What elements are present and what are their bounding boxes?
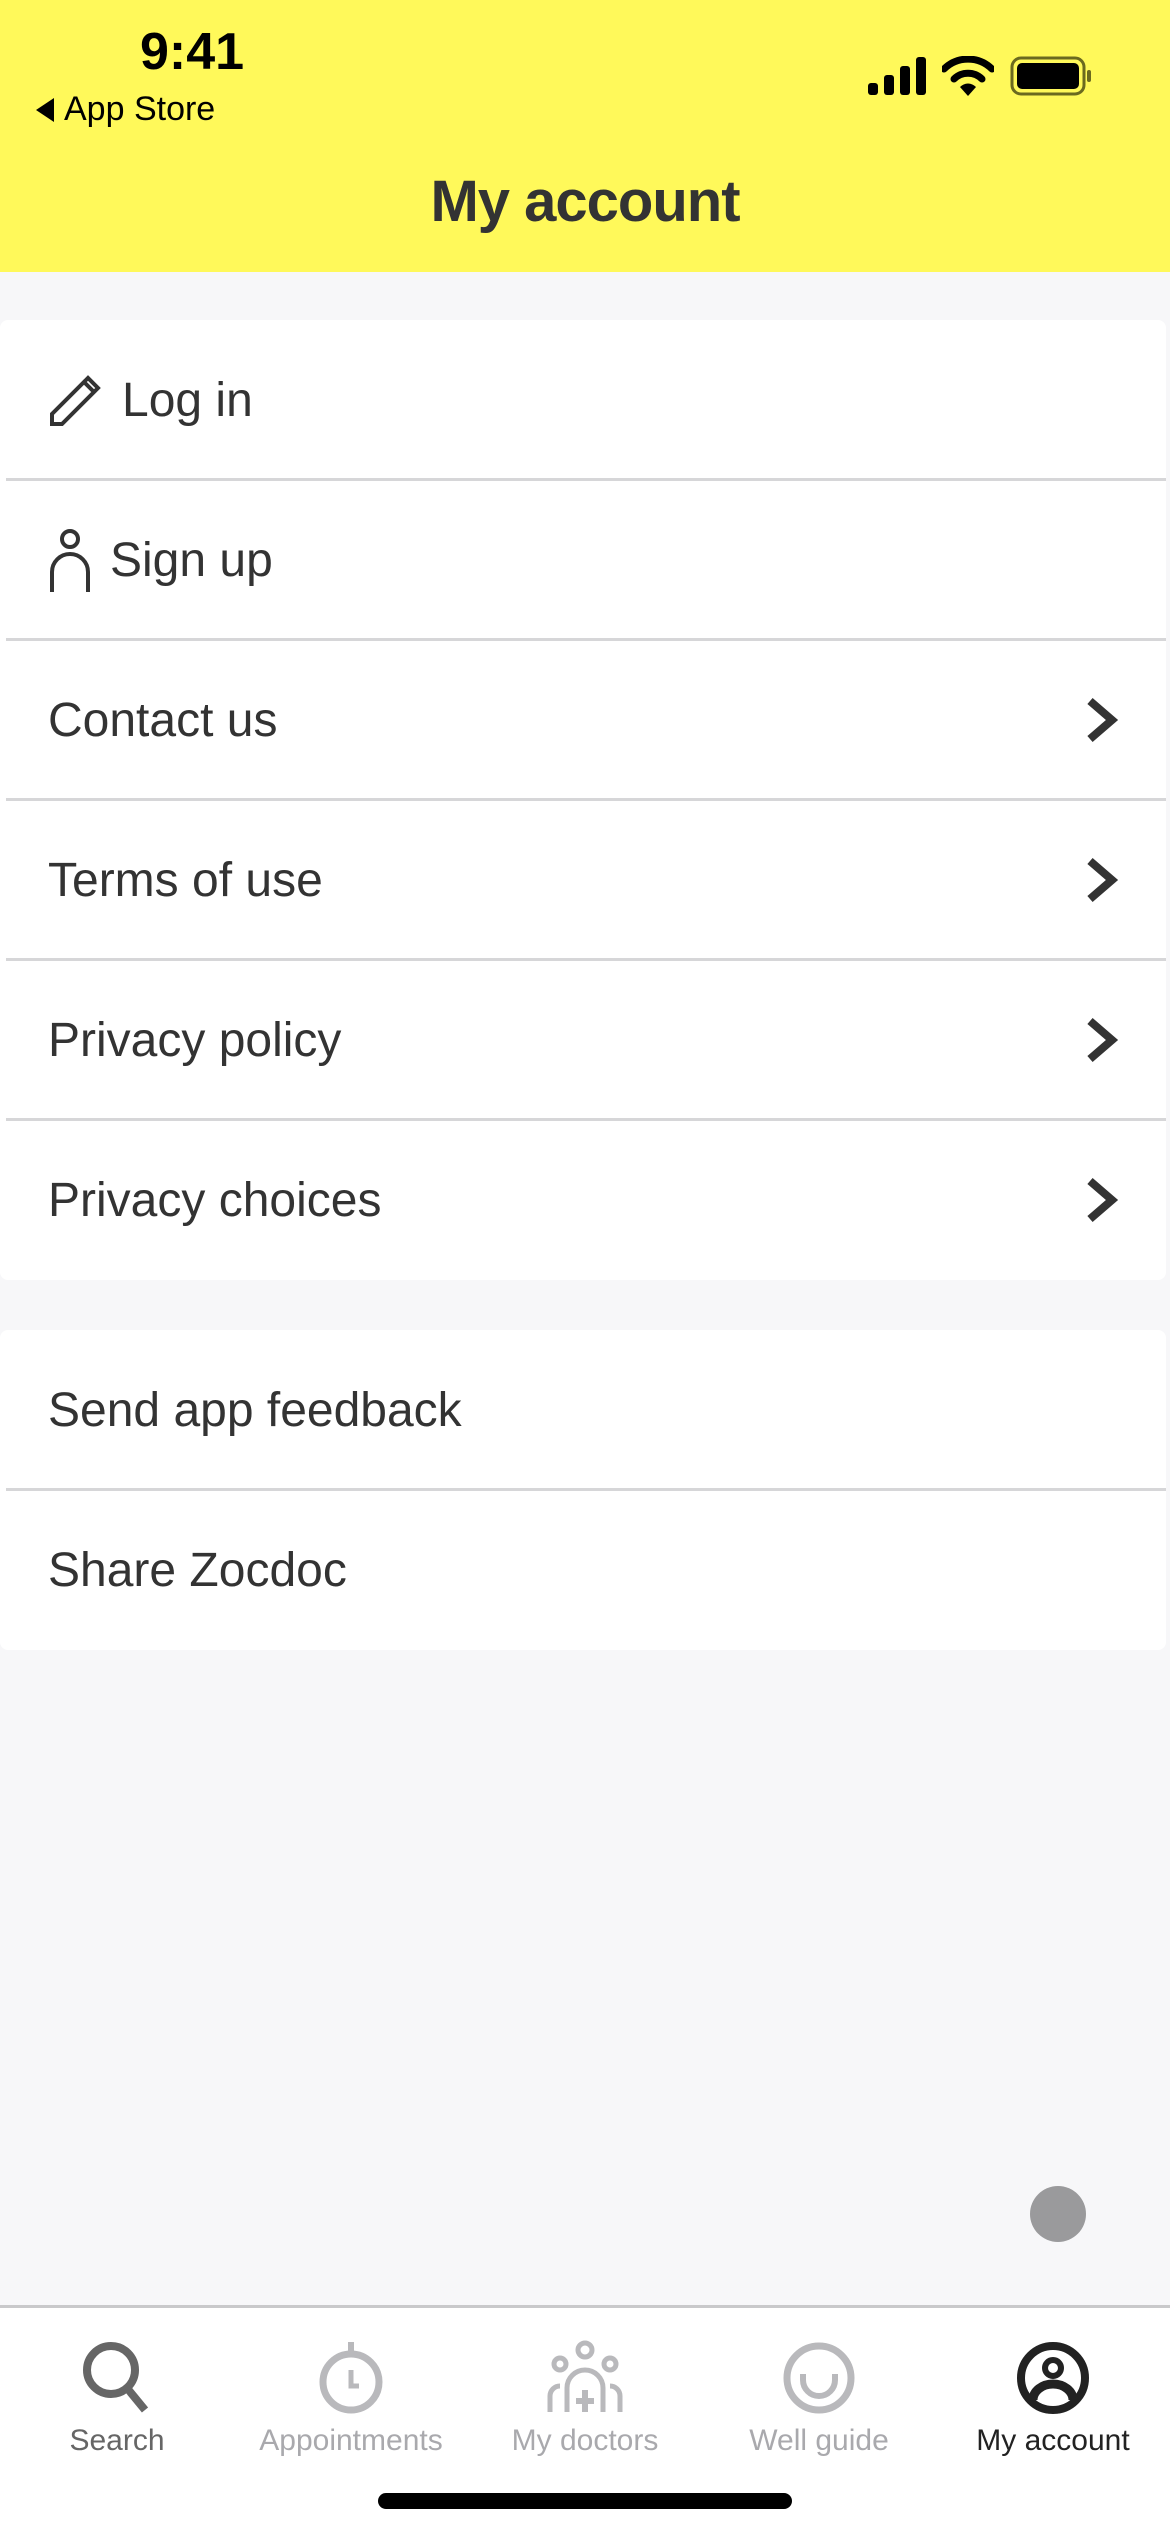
tab-label: My account: [976, 2424, 1130, 2457]
back-label: App Store: [64, 90, 216, 128]
cellular-signal-icon: [868, 57, 926, 95]
app-menu-group: Send app feedback Share Zocdoc: [0, 1330, 1166, 1650]
status-time: 9:41: [140, 23, 245, 81]
menu-item-label: Contact us: [48, 693, 278, 747]
menu-item-sign-up[interactable]: Sign up: [0, 478, 1166, 640]
tab-appointments[interactable]: Appointments: [234, 2338, 468, 2458]
back-to-app-store-link[interactable]: App Store: [36, 90, 215, 129]
wifi-icon: [942, 56, 994, 96]
menu-item-label: Privacy choices: [48, 1173, 382, 1227]
menu-item-label: Share Zocdoc: [48, 1543, 347, 1597]
battery-icon: [1010, 56, 1091, 96]
chevron-right-icon: [1087, 1177, 1119, 1223]
menu-item-label: Send app feedback: [48, 1383, 462, 1437]
menu-item-label: Log in: [122, 373, 253, 427]
stopwatch-icon: [319, 2342, 383, 2414]
doctors-group-icon: [547, 2340, 623, 2412]
tab-label: Well guide: [749, 2424, 889, 2457]
smile-icon: [783, 2342, 855, 2414]
menu-item-contact-us[interactable]: Contact us: [0, 638, 1166, 800]
tab-my-doctors[interactable]: My doctors: [468, 2338, 702, 2458]
menu-item-label: Terms of use: [48, 853, 323, 907]
tab-well-guide[interactable]: Well guide: [702, 2338, 936, 2458]
header-bar: 9:41 App Store My account: [0, 0, 1170, 272]
status-icons: [868, 56, 1092, 96]
tab-search[interactable]: Search: [0, 2338, 234, 2458]
tab-label: Appointments: [259, 2424, 443, 2457]
menu-item-send-app-feedback[interactable]: Send app feedback: [0, 1330, 1166, 1490]
person-icon: [48, 528, 92, 592]
menu-item-label: Privacy policy: [48, 1013, 342, 1067]
home-indicator: [378, 2493, 792, 2509]
back-triangle-icon: [36, 97, 54, 122]
menu-item-privacy-choices[interactable]: Privacy choices: [0, 1118, 1166, 1280]
floating-assistive-button[interactable]: [1030, 2186, 1086, 2242]
chevron-right-icon: [1087, 697, 1119, 743]
chevron-right-icon: [1087, 1017, 1119, 1063]
tab-label: My doctors: [511, 2424, 659, 2457]
menu-item-share-zocdoc[interactable]: Share Zocdoc: [0, 1488, 1166, 1650]
search-icon: [83, 2342, 149, 2413]
pencil-icon: [48, 368, 104, 432]
menu-item-terms-of-use[interactable]: Terms of use: [0, 798, 1166, 960]
page-title: My account: [430, 169, 740, 234]
menu-item-privacy-policy[interactable]: Privacy policy: [0, 958, 1166, 1120]
account-menu-group: Log in Sign up Contact us Terms of use P…: [0, 320, 1166, 1280]
tab-label: Search: [69, 2424, 165, 2457]
tab-my-account[interactable]: My account: [936, 2338, 1170, 2458]
menu-item-log-in[interactable]: Log in: [0, 320, 1166, 480]
account-circle-icon: [1017, 2342, 1089, 2414]
chevron-right-icon: [1087, 857, 1119, 903]
menu-item-label: Sign up: [110, 533, 273, 587]
